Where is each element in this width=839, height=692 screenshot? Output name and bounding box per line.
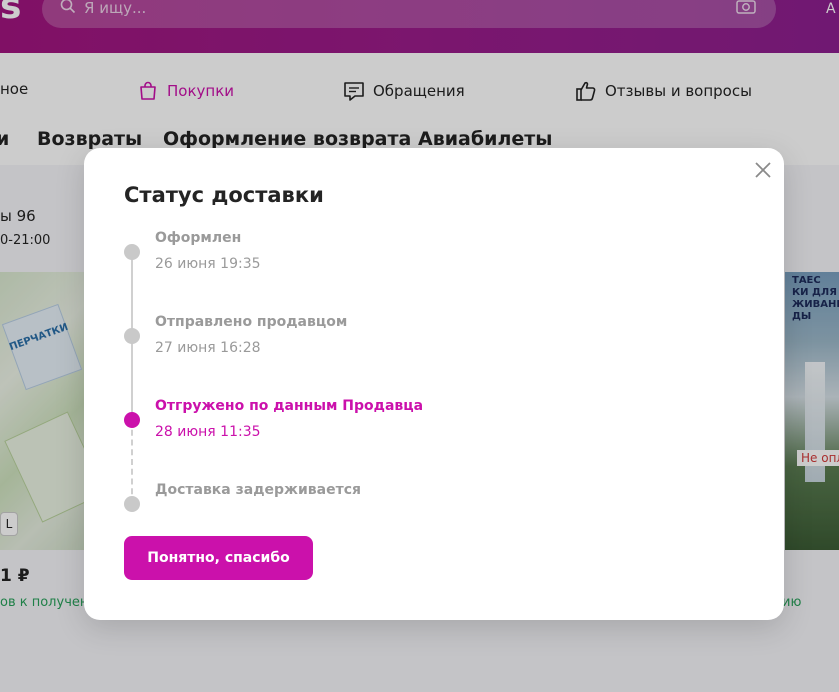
timeline-step-current: Отгружено по данным Продавца 28 июня 11:… — [124, 398, 684, 450]
step-date: 28 июня 11:35 — [155, 424, 261, 440]
step-title: Отправлено продавцом — [155, 314, 348, 330]
confirm-button[interactable]: Понятно, спасибо — [124, 536, 313, 580]
step-date: 26 июня 19:35 — [155, 256, 261, 272]
delivery-timeline: Оформлен 26 июня 19:35 Отправлено продав… — [124, 230, 684, 530]
timeline-dot-current — [124, 412, 140, 428]
modal-title: Статус доставки — [124, 183, 324, 207]
delivery-status-modal: Статус доставки Оформлен 26 июня 19:35 О… — [84, 148, 784, 620]
timeline-step: Отправлено продавцом 27 июня 16:28 — [124, 314, 684, 366]
timeline-dot — [124, 244, 140, 260]
close-icon[interactable] — [752, 159, 774, 181]
timeline-dot — [124, 496, 140, 512]
timeline-dot — [124, 328, 140, 344]
step-date: 27 июня 16:28 — [155, 340, 261, 356]
step-title: Отгружено по данным Продавца — [155, 398, 424, 414]
step-title: Доставка задерживается — [155, 482, 361, 498]
step-title: Оформлен — [155, 230, 242, 246]
timeline-step: Оформлен 26 июня 19:35 — [124, 230, 684, 282]
timeline-step: Доставка задерживается — [124, 482, 684, 534]
